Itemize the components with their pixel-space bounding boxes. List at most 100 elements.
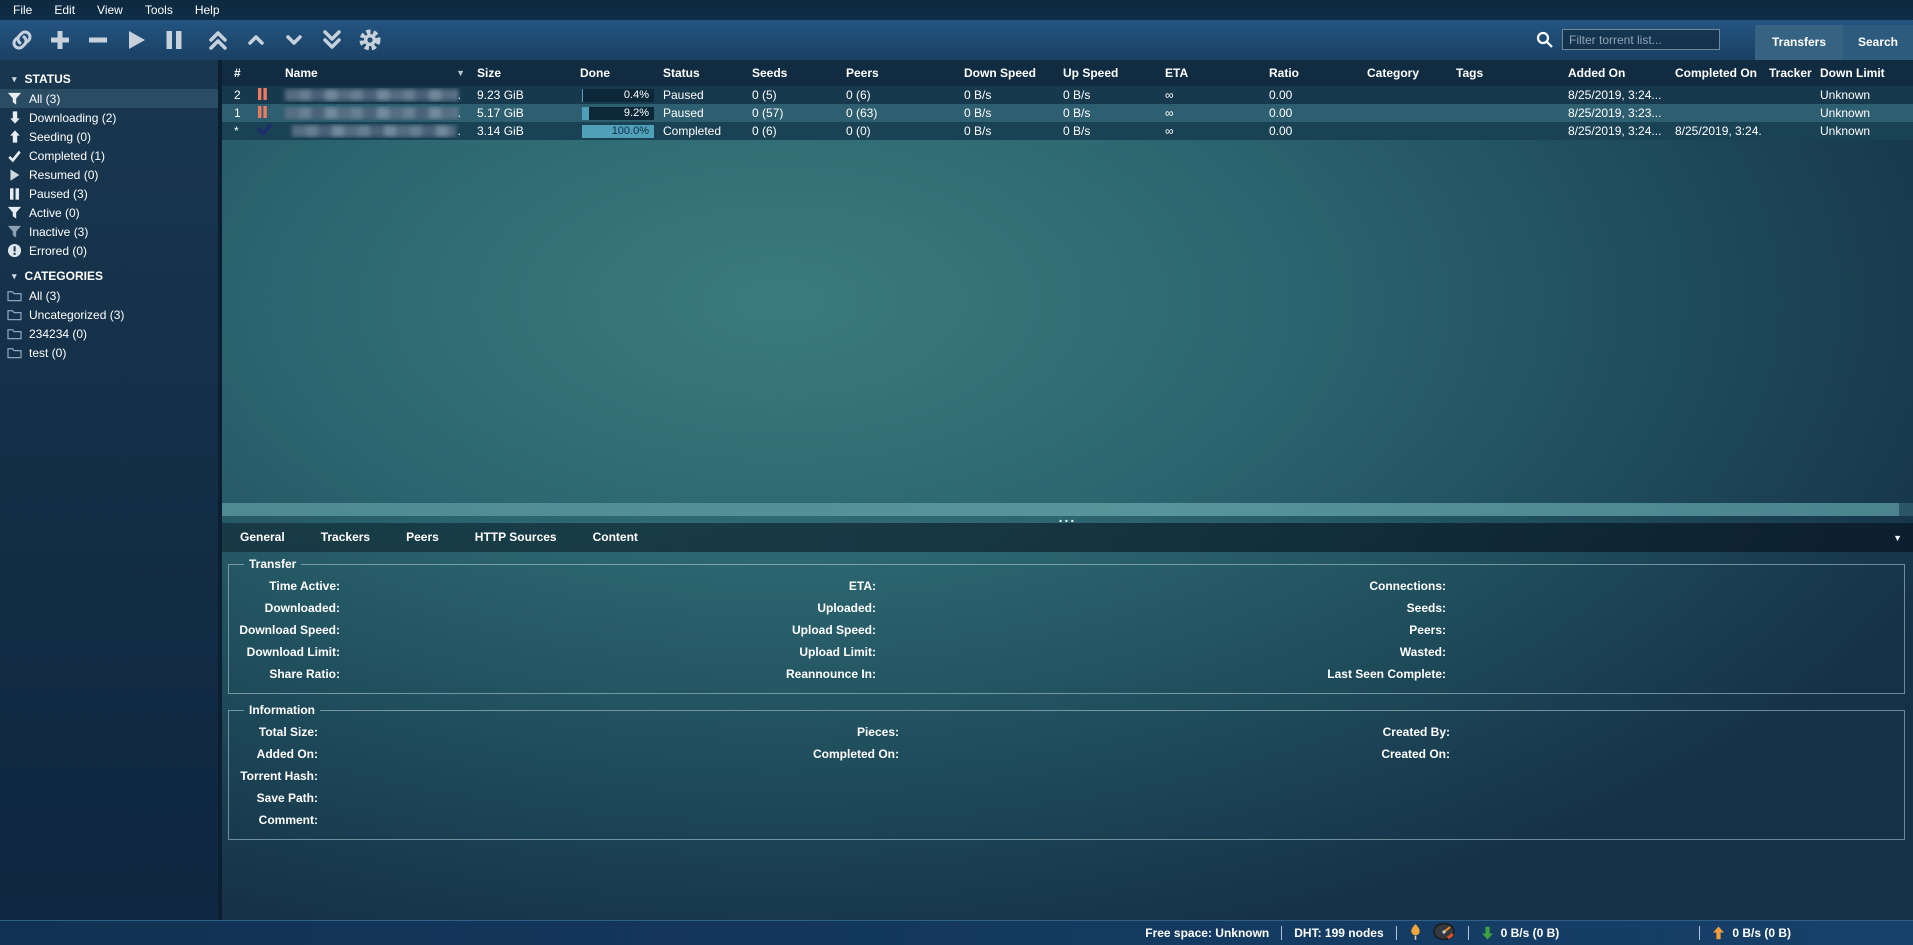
tab-search[interactable]: Search <box>1843 25 1913 60</box>
blurred-name <box>285 107 458 119</box>
col-header-up-speed[interactable]: Up Speed <box>1056 66 1158 80</box>
tab-general[interactable]: General <box>222 523 303 552</box>
options-gear-icon[interactable] <box>357 27 383 53</box>
total-size-label: Total Size: <box>239 725 318 739</box>
statusbar-separator <box>1468 926 1469 940</box>
panel-splitter-handle[interactable]: ... <box>222 516 1913 523</box>
filter-dim-icon <box>6 224 23 240</box>
chevron-down-icon: ▾ <box>12 74 17 85</box>
cell-num: 2 <box>227 88 254 102</box>
progress-bar: 100.0% <box>582 125 654 138</box>
status-section-header[interactable]: ▾ STATUS <box>0 69 218 89</box>
table-row[interactable]: 2 . 9.23 GiB 0.4% Paused 0 (5) 0 (6 <box>222 86 1913 104</box>
cell-down-speed: 0 B/s <box>957 88 1056 102</box>
seeds-label: Seeds: <box>1306 601 1446 615</box>
sidebar-item-label: Resumed (0) <box>29 168 98 182</box>
dht-nodes-label: DHT: 199 nodes <box>1294 926 1383 940</box>
sidebar-item-all[interactable]: All (3) <box>0 89 218 108</box>
col-header-peers[interactable]: Peers <box>839 66 957 80</box>
sidebar-item-active[interactable]: Active (0) <box>0 203 218 222</box>
sort-desc-icon: ▼ <box>456 68 465 78</box>
pause-icon <box>6 186 23 202</box>
category-item-label: test (0) <box>29 346 66 360</box>
sidebar-item-label: Errored (0) <box>29 244 87 258</box>
cell-eta: ∞ <box>1158 88 1262 102</box>
sidebar-item-errored[interactable]: Errored (0) <box>0 241 218 260</box>
sidebar-item-label: All (3) <box>29 92 60 106</box>
menu-edit[interactable]: Edit <box>43 0 86 20</box>
col-header-tags[interactable]: Tags <box>1449 66 1561 80</box>
menu-tools[interactable]: Tools <box>134 0 184 20</box>
sidebar-item-label: Inactive (3) <box>29 225 88 239</box>
horizontal-scrollbar[interactable] <box>222 503 1913 516</box>
tab-transfers[interactable]: Transfers <box>1755 25 1843 60</box>
tab-content[interactable]: Content <box>575 523 656 552</box>
created-on-label: Created On: <box>1319 747 1450 761</box>
col-header-down-limit[interactable]: Down Limit <box>1813 66 1913 80</box>
category-item-234234[interactable]: 234234 (0) <box>0 324 218 343</box>
col-header-num[interactable]: # <box>227 66 254 80</box>
col-header-size[interactable]: Size <box>470 66 573 80</box>
tab-peers[interactable]: Peers <box>388 523 457 552</box>
tab-trackers[interactable]: Trackers <box>303 523 388 552</box>
col-header-completed-on[interactable]: Completed On <box>1668 66 1762 80</box>
downloaded-label: Downloaded: <box>239 601 340 615</box>
col-header-done[interactable]: Done <box>573 66 656 80</box>
cell-done: 0.4% <box>573 89 656 102</box>
menu-view[interactable]: View <box>86 0 134 20</box>
connections-label: Connections: <box>1306 579 1446 593</box>
tab-http-sources[interactable]: HTTP Sources <box>457 523 575 552</box>
search-icon <box>1536 31 1553 48</box>
move-bottom-icon[interactable] <box>319 27 345 53</box>
col-header-seeds[interactable]: Seeds <box>745 66 839 80</box>
menu-help[interactable]: Help <box>184 0 231 20</box>
col-header-down-speed[interactable]: Down Speed <box>957 66 1056 80</box>
sidebar-item-seeding[interactable]: Seeding (0) <box>0 127 218 146</box>
category-item-test[interactable]: test (0) <box>0 343 218 362</box>
progress-bar: 0.4% <box>582 89 654 102</box>
pause-icon[interactable] <box>161 27 187 53</box>
move-top-icon[interactable] <box>205 27 231 53</box>
move-up-icon[interactable] <box>243 27 269 53</box>
wasted-label: Wasted: <box>1306 645 1446 659</box>
sidebar-item-inactive[interactable]: Inactive (3) <box>0 222 218 241</box>
col-header-status[interactable]: Status <box>656 66 745 80</box>
table-row[interactable]: * . 3.14 GiB 100.0% Completed 0 (6) <box>222 122 1913 140</box>
resume-icon[interactable] <box>123 27 149 53</box>
sidebar-item-resumed[interactable]: Resumed (0) <box>0 165 218 184</box>
col-header-added-on[interactable]: Added On <box>1561 66 1668 80</box>
category-item-all[interactable]: All (3) <box>0 286 218 305</box>
completed-state-icon <box>254 123 278 139</box>
add-torrent-icon[interactable] <box>47 27 73 53</box>
category-item-label: All (3) <box>29 289 60 303</box>
col-header-eta[interactable]: ETA <box>1158 66 1262 80</box>
sidebar-item-completed[interactable]: Completed (1) <box>0 146 218 165</box>
alt-speed-limits-icon[interactable] <box>1432 923 1456 943</box>
cell-peers: 0 (6) <box>839 88 957 102</box>
sidebar-item-downloading[interactable]: Downloading (2) <box>0 108 218 127</box>
col-header-tracker[interactable]: Tracker <box>1762 66 1813 80</box>
cell-down-limit: Unknown <box>1813 106 1913 120</box>
cell-down-limit: Unknown <box>1813 88 1913 102</box>
menu-file[interactable]: File <box>2 0 43 20</box>
table-row[interactable]: 1 . 5.17 GiB 9.2% Paused 0 (57) 0 ( <box>222 104 1913 122</box>
arrow-up-icon <box>6 129 23 145</box>
delete-torrent-icon[interactable] <box>85 27 111 53</box>
created-by-label: Created By: <box>1319 725 1450 739</box>
global-upload-speed[interactable]: 0 B/s (0 B) <box>1712 926 1791 940</box>
col-header-name[interactable]: Name ▼ <box>278 66 470 80</box>
categories-section-header[interactable]: ▾ CATEGORIES <box>0 266 218 286</box>
connection-status-icon[interactable] <box>1409 923 1422 943</box>
col-header-ratio[interactable]: Ratio <box>1262 66 1360 80</box>
col-header-category[interactable]: Category <box>1360 66 1449 80</box>
category-item-uncategorized[interactable]: Uncategorized (3) <box>0 305 218 324</box>
torrent-link-icon[interactable] <box>9 27 35 53</box>
transfer-section-title: Transfer <box>244 557 301 571</box>
move-down-icon[interactable] <box>281 27 307 53</box>
sidebar-item-paused[interactable]: Paused (3) <box>0 184 218 203</box>
cell-peers: 0 (0) <box>839 124 957 138</box>
global-download-speed[interactable]: 0 B/s (0 B) <box>1481 926 1560 940</box>
filter-torrent-input[interactable] <box>1562 29 1720 50</box>
collapse-panel-chevron-icon[interactable]: ▼ <box>1893 533 1902 543</box>
sidebar-item-label: Downloading (2) <box>29 111 116 125</box>
